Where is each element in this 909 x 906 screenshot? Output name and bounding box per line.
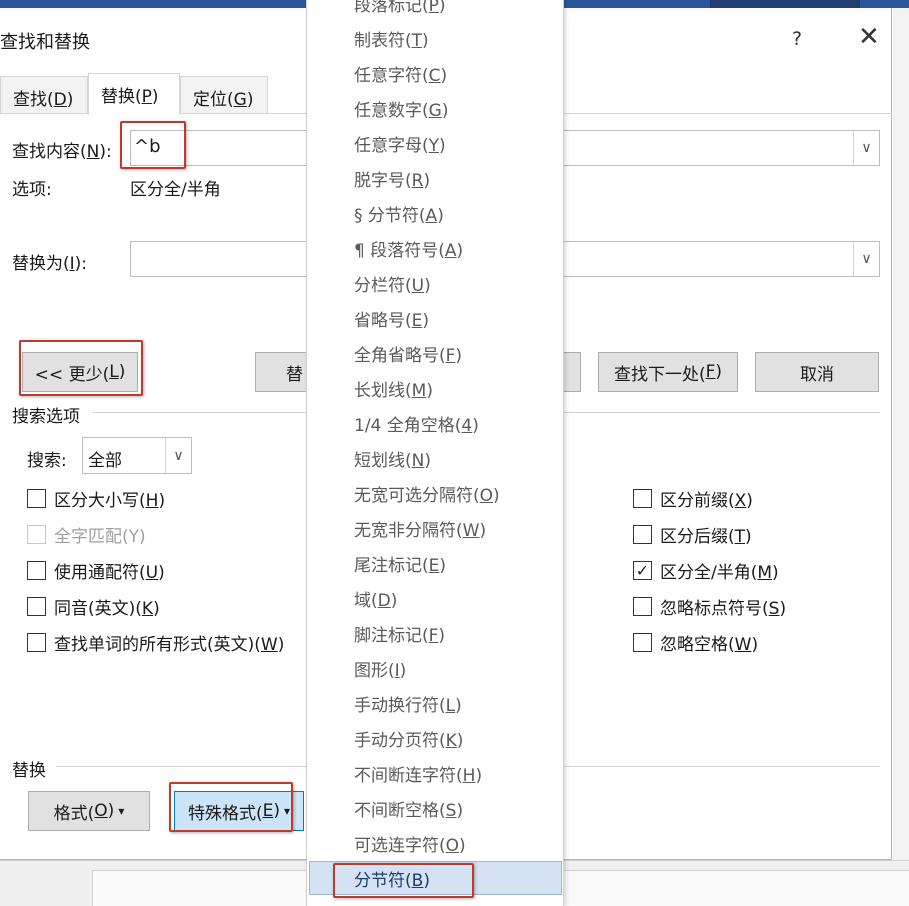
checkbox-all-word-forms[interactable]: 查找单词的所有形式(英文)(W) xyxy=(27,630,284,655)
special-format-menu-items: 段落标记(P) 制表符(T) 任意字符(C) 任意数字(G) 任意字母(Y) 脱字号(R)… xyxy=(306,0,564,906)
menu-item[interactable]: 省略号(E) xyxy=(354,306,429,331)
menu-item[interactable]: 域(D) xyxy=(354,586,397,611)
checkbox-icon[interactable] xyxy=(27,561,46,580)
format-button[interactable]: 格式(O) ▾ xyxy=(28,791,150,831)
app-ribbon-strip-dark xyxy=(710,0,860,8)
menu-item[interactable]: 尾注标记(E) xyxy=(354,551,446,576)
menu-item[interactable]: 任意字母(Y) xyxy=(354,131,446,156)
checkbox-icon[interactable] xyxy=(27,597,46,616)
checkbox-sounds-like[interactable]: 同音(英文)(K) xyxy=(27,594,160,619)
menu-item[interactable]: 段落标记(P) xyxy=(354,0,446,16)
search-scope-chevron-down-icon[interactable]: ∨ xyxy=(165,438,191,473)
checkmark-icon[interactable]: ✓ xyxy=(633,561,652,580)
dropdown-arrow-icon: ▾ xyxy=(118,804,125,818)
menu-item[interactable]: 任意字符(C) xyxy=(354,61,447,86)
checkbox-icon[interactable] xyxy=(633,597,652,616)
find-next-button[interactable]: 查找下一处(F) xyxy=(598,352,738,392)
right-checkbox-group: 区分前缀(X) 区分后缀(T) ✓ 区分全/半角(M) 忽略标点符号(S) 忽略空… xyxy=(633,486,883,666)
menu-item[interactable]: 1/4 全角空格(4) xyxy=(354,411,479,436)
left-checkbox-group: 区分大小写(H) 全字匹配(Y) 使用通配符(U) 同音(英文)(K) 查找单词… xyxy=(27,486,307,666)
cancel-button[interactable]: 取消 xyxy=(755,352,879,392)
annotation-special-box xyxy=(169,782,293,832)
menu-item[interactable]: 不间断空格(S) xyxy=(354,796,463,821)
checkbox-match-case[interactable]: 区分大小写(H) xyxy=(27,486,165,511)
checkbox-match-prefix[interactable]: 区分前缀(X) xyxy=(633,486,753,511)
checkbox-icon[interactable] xyxy=(633,489,652,508)
menu-item[interactable]: 脱字号(R) xyxy=(354,166,430,191)
menu-item[interactable]: 任意数字(G) xyxy=(354,96,448,121)
menu-item[interactable]: 手动分页符(K) xyxy=(354,726,463,751)
menu-item[interactable]: 脚注标记(F) xyxy=(354,621,445,646)
menu-item[interactable]: § 分节符(A) xyxy=(354,201,444,226)
menu-item[interactable]: 长划线(M) xyxy=(354,376,433,401)
checkbox-icon[interactable] xyxy=(633,525,652,544)
checkbox-icon[interactable] xyxy=(633,633,652,652)
find-label: 查找内容(N): xyxy=(12,142,112,162)
checkbox-match-width[interactable]: ✓ 区分全/半角(M) xyxy=(633,558,779,583)
search-scope-value: 全部 xyxy=(88,451,122,471)
menu-item[interactable]: 分栏符(U) xyxy=(354,271,431,296)
help-button[interactable]: ? xyxy=(792,28,802,50)
menu-item[interactable]: 全角省略号(F) xyxy=(354,341,462,366)
menu-item[interactable]: 短划线(N) xyxy=(354,446,431,471)
replace-history-chevron-down-icon[interactable]: ∨ xyxy=(853,242,879,276)
menu-item[interactable]: ¶ 段落符号(A) xyxy=(354,236,463,261)
menu-item[interactable]: 可选连字符(O) xyxy=(354,831,466,856)
replace-label: 替换为(I): xyxy=(12,254,88,274)
menu-item[interactable]: 不间断连字符(H) xyxy=(354,761,482,786)
tab-find[interactable]: 查找(D) xyxy=(0,76,88,114)
menu-item[interactable]: 手动换行符(L) xyxy=(354,691,462,716)
options-value: 区分全/半角 xyxy=(130,180,221,200)
menu-item[interactable]: 无宽可选分隔符(O) xyxy=(354,481,500,506)
annotation-find-box xyxy=(120,121,186,169)
menu-item[interactable]: 无宽非分隔符(W) xyxy=(354,516,486,541)
search-options-title: 搜索选项 xyxy=(12,407,80,427)
checkbox-icon[interactable] xyxy=(27,633,46,652)
document-edge xyxy=(893,8,909,860)
checkbox-ignore-punctuation[interactable]: 忽略标点符号(S) xyxy=(633,594,786,619)
tab-goto[interactable]: 定位(G) xyxy=(180,76,268,114)
dialog-title: 查找和替换 xyxy=(0,32,90,53)
options-label: 选项: xyxy=(12,180,52,200)
find-history-chevron-down-icon[interactable]: ∨ xyxy=(853,131,879,165)
search-scope-label: 搜索: xyxy=(27,451,67,471)
tab-replace[interactable]: 替换(P) xyxy=(88,73,180,115)
menu-item[interactable]: 制表符(T) xyxy=(354,26,429,51)
checkbox-wildcards[interactable]: 使用通配符(U) xyxy=(27,558,165,583)
replace-section-title: 替换 xyxy=(12,761,46,781)
close-icon[interactable]: ✕ xyxy=(858,24,880,50)
checkbox-icon[interactable] xyxy=(27,489,46,508)
annotation-section-break-box xyxy=(333,863,474,898)
annotation-less-box xyxy=(19,340,143,396)
checkbox-whole-word: 全字匹配(Y) xyxy=(27,522,146,547)
checkbox-ignore-whitespace[interactable]: 忽略空格(W) xyxy=(633,630,758,655)
checkbox-match-suffix[interactable]: 区分后缀(T) xyxy=(633,522,752,547)
checkbox-icon xyxy=(27,525,46,544)
menu-item[interactable]: 图形(I) xyxy=(354,656,406,681)
